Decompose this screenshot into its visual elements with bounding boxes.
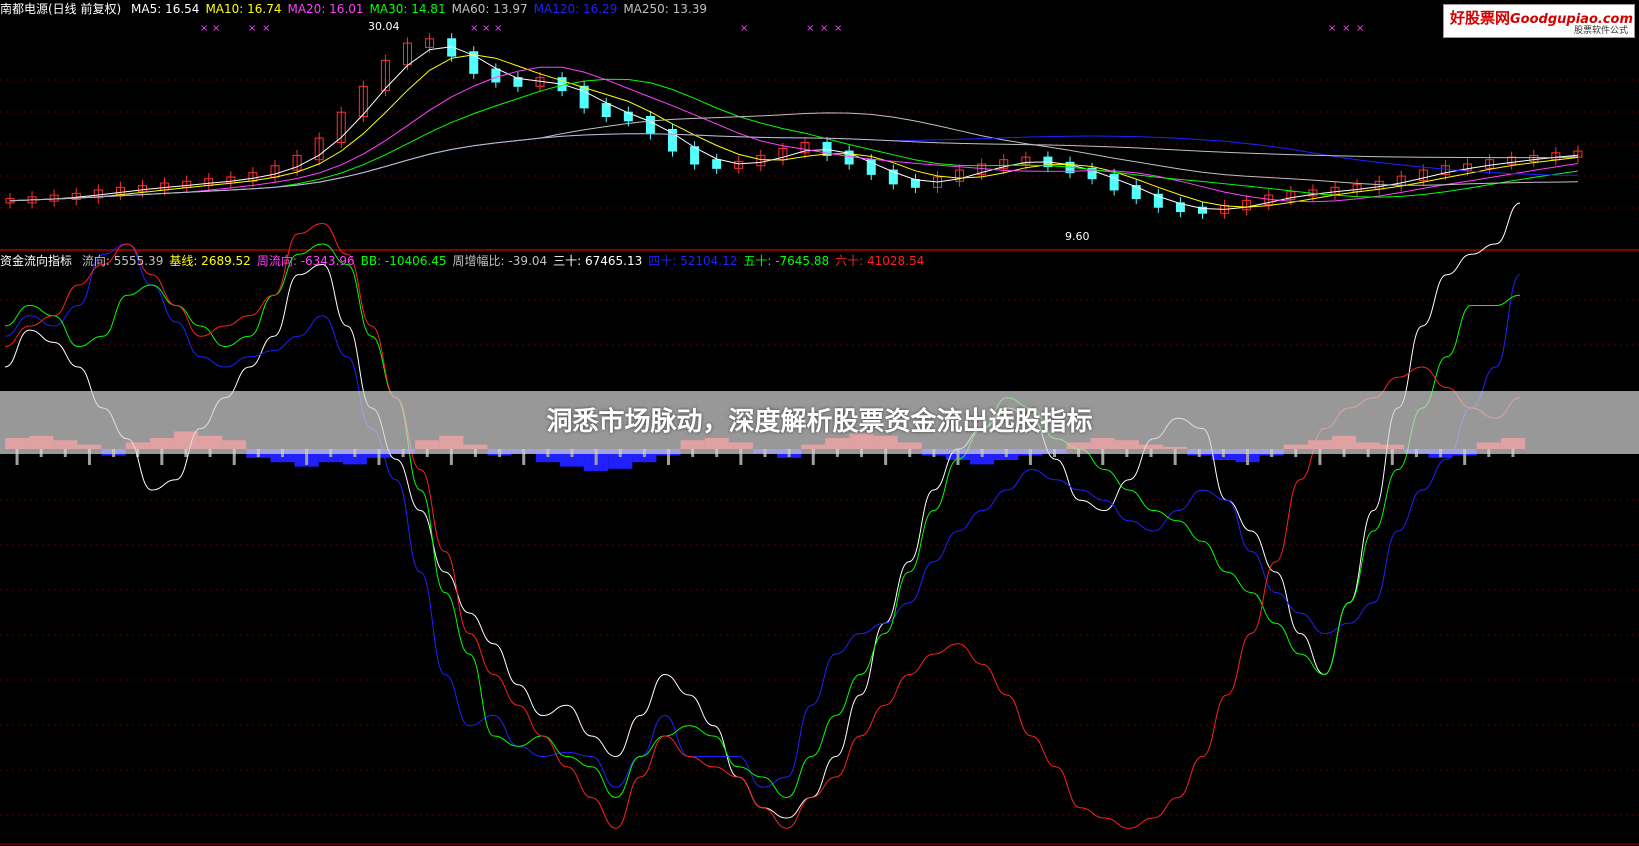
- indicator-label-0: 流向: 5555.39: [81, 254, 164, 268]
- candle-body-32: [712, 159, 722, 169]
- candle-body-41: [910, 179, 920, 188]
- indicator-label-7: 五十: -7645.88: [743, 254, 830, 268]
- indicator-line-五十: [4, 243, 1521, 799]
- moving-average-lines: [9, 46, 1578, 210]
- indicator-label-6: 四十: 52104.12: [648, 254, 738, 268]
- candle-body-50: [1109, 173, 1119, 191]
- indicator-line-四十: [4, 243, 1521, 788]
- banner-title: 洞悉市场脉动，深度解析股票资金流出选股指标: [546, 407, 1093, 437]
- logo-tagline: 股票软件公式: [1573, 26, 1628, 36]
- ma-label-0: MA5: 16.54: [131, 2, 200, 16]
- logo-brand-text: 好股票网: [1450, 9, 1511, 27]
- candle-body-29: [645, 116, 655, 135]
- indicator-lines: [4, 202, 1521, 829]
- indicator-label-2: 周流向: -6343.96: [256, 254, 355, 268]
- ma-label-1: MA10: 16.74: [205, 2, 282, 16]
- candle-body-22: [491, 68, 501, 83]
- signal-mark-10: ×: [834, 23, 842, 34]
- ma-line-MA5: [9, 46, 1578, 210]
- candle-body-27: [601, 103, 611, 118]
- indicator-legend: 流向: 5555.39 基线: 2689.52 周流向: -6343.96 BB: -…: [82, 254, 930, 268]
- signal-mark-13: ×: [1356, 23, 1364, 34]
- signal-mark-3: ×: [262, 23, 270, 34]
- signal-mark-0: ×: [200, 23, 208, 34]
- ma-label-6: MA250: 13.39: [623, 2, 707, 16]
- site-logo: 好股票网Goodgupiao.com 股票软件公式: [1443, 4, 1635, 38]
- low-price-marker: 9.60: [1065, 230, 1090, 243]
- indicator-label-5: 三十: 67465.13: [553, 254, 643, 268]
- ma-label-4: MA60: 13.97: [451, 2, 528, 16]
- main-panel-header: 南都电源(日线 前复权) MA5: 16.54 MA10: 16.74 MA20: …: [0, 0, 719, 18]
- signal-mark-2: ×: [248, 23, 256, 34]
- indicator-line-三十: [4, 202, 1521, 819]
- high-price-marker: 30.04: [368, 20, 400, 33]
- indicator-header: 资金流向指标 流向: 5555.39 基线: 2689.52 周流向: -6343.…: [0, 252, 936, 270]
- ma-label-3: MA30: 14.81: [369, 2, 446, 16]
- indicator-line-六十: [4, 222, 1521, 829]
- signal-mark-4: ×: [470, 23, 478, 34]
- candle-body-26: [579, 85, 589, 109]
- signal-mark-8: ×: [806, 23, 814, 34]
- stock-title: 南都电源(日线 前复权): [0, 2, 122, 16]
- indicator-title: 资金流向指标: [0, 254, 73, 268]
- signal-mark-9: ×: [820, 23, 828, 34]
- signal-mark-7: ×: [740, 23, 748, 34]
- ma-label-5: MA120: 16.29: [533, 2, 618, 16]
- indicator-label-4: 周增幅比: -39.04: [452, 254, 548, 268]
- ma-label-2: MA20: 16.01: [287, 2, 364, 16]
- indicator-label-8: 六十: 41028.54: [835, 254, 925, 268]
- signal-mark-11: ×: [1328, 23, 1336, 34]
- signal-mark-12: ×: [1342, 23, 1350, 34]
- ma-legend: MA5: 16.54 MA10: 16.74 MA20: 16.01 MA30: 14…: [131, 2, 713, 16]
- indicator-label-3: BB: -10406.45: [360, 254, 447, 268]
- signal-mark-1: ×: [212, 23, 220, 34]
- signal-mark-6: ×: [494, 23, 502, 34]
- indicator-label-1: 基线: 2689.52: [169, 254, 251, 268]
- ma-line-MA60: [9, 112, 1578, 202]
- signal-mark-5: ×: [482, 23, 490, 34]
